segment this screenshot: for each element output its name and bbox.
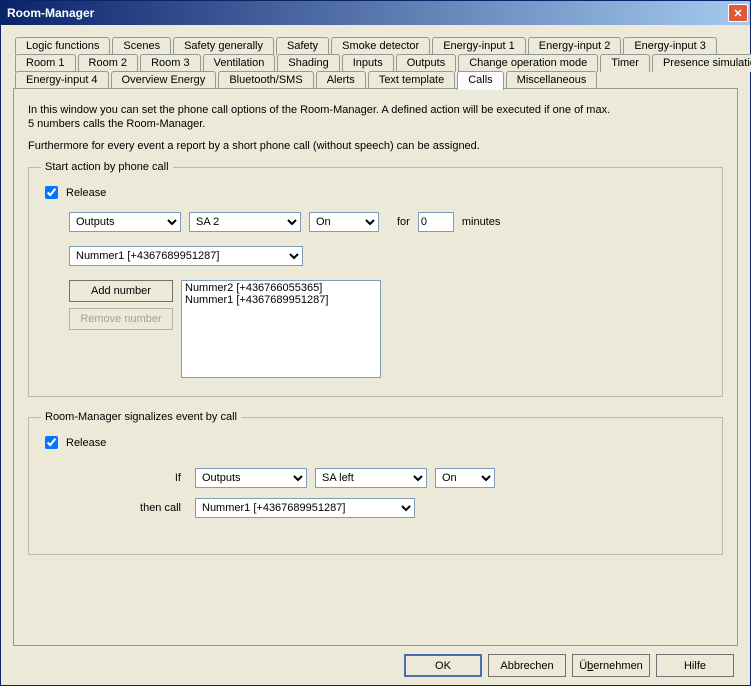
if-target-select[interactable]: SA left [315,468,427,488]
tab-energy-input-2[interactable]: Energy-input 2 [528,37,622,55]
release-label-1: Release [66,187,106,199]
window-title: Room-Manager [7,6,94,20]
tab-safety-generally[interactable]: Safety generally [173,37,274,55]
number-list-row: Add number Remove number Nummer2 [+43676… [69,280,710,378]
tab-change-operation-mode[interactable]: Change operation mode [458,54,598,72]
tab-room-3[interactable]: Room 3 [140,54,201,72]
desc-line-2: 5 numbers calls the Room-Manager. [28,117,723,131]
minutes-label: minutes [462,216,501,228]
release-input-2[interactable] [45,436,58,449]
tab-row-2: Room 1Room 2Room 3VentilationShadingInpu… [13,54,738,72]
titlebar: Room-Manager ✕ [1,1,750,25]
then-number-select[interactable]: Nummer1 [+4367689951287] [195,498,415,518]
apply-button[interactable]: Übernehmen [572,654,650,677]
tab-energy-input-3[interactable]: Energy-input 3 [623,37,717,55]
tab-content-calls: In this window you can set the phone cal… [13,88,738,646]
tab-energy-input-1[interactable]: Energy-input 1 [432,37,526,55]
tab-outputs[interactable]: Outputs [396,54,457,72]
then-row: then call Nummer1 [+4367689951287] [101,498,710,518]
action-row: Outputs SA 2 On for minutes [69,212,710,232]
tab-presence-simulation[interactable]: Presence simulation [652,54,751,72]
tab-shading[interactable]: Shading [277,54,339,72]
tab-ventilation[interactable]: Ventilation [203,54,276,72]
list-item[interactable]: Nummer2 [+436766055365] [183,282,379,294]
tab-inputs[interactable]: Inputs [342,54,394,72]
for-label: for [397,216,410,228]
dialog-buttons: OK Abbrechen Übernehmen Hilfe [13,646,738,677]
if-label: If [101,472,181,484]
release-checkbox-1[interactable]: Release [41,183,710,202]
list-item[interactable]: Nummer1 [+4367689951287] [183,294,379,306]
release-input-1[interactable] [45,186,58,199]
number-select-row: Nummer1 [+4367689951287] [69,246,710,266]
room-manager-window: Room-Manager ✕ Logic functionsScenesSafe… [0,0,751,686]
tab-logic-functions[interactable]: Logic functions [15,37,110,55]
release-label-2: Release [66,437,106,449]
add-number-button[interactable]: Add number [69,280,173,302]
tab-room-2[interactable]: Room 2 [78,54,139,72]
if-row: If Outputs SA left On [101,468,710,488]
tab-safety[interactable]: Safety [276,37,329,55]
tab-timer[interactable]: Timer [600,54,650,72]
fieldset-signalize-event: Room-Manager signalizes event by call Re… [28,411,723,555]
legend-signalize-event: Room-Manager signalizes event by call [41,411,241,423]
minutes-input[interactable] [418,212,454,232]
if-category-select[interactable]: Outputs [195,468,307,488]
fieldset-start-action: Start action by phone call Release Outpu… [28,161,723,397]
if-state-select[interactable]: On [435,468,495,488]
action-category-select[interactable]: Outputs [69,212,181,232]
then-label: then call [101,502,181,514]
help-button[interactable]: Hilfe [656,654,734,677]
tab-rows: Logic functionsScenesSafety generallySaf… [13,37,738,89]
description: In this window you can set the phone cal… [28,103,723,131]
legend-start-action: Start action by phone call [41,161,173,173]
client-area: Logic functionsScenesSafety generallySaf… [1,25,750,685]
tab-smoke-detector[interactable]: Smoke detector [331,37,430,55]
release-checkbox-2[interactable]: Release [41,433,710,452]
desc-line-3: Furthermore for every event a report by … [28,139,723,153]
number-select[interactable]: Nummer1 [+4367689951287] [69,246,303,266]
remove-number-button: Remove number [69,308,173,330]
tab-room-1[interactable]: Room 1 [15,54,76,72]
action-state-select[interactable]: On [309,212,379,232]
number-buttons: Add number Remove number [69,280,173,330]
tab-row-1: Logic functionsScenesSafety generallySaf… [13,37,738,55]
tab-calls[interactable]: Calls [457,71,503,90]
close-icon[interactable]: ✕ [728,4,748,22]
cancel-button[interactable]: Abbrechen [488,654,566,677]
tab-scenes[interactable]: Scenes [112,37,171,55]
action-target-select[interactable]: SA 2 [189,212,301,232]
desc-line-1: In this window you can set the phone cal… [28,103,723,117]
ok-button[interactable]: OK [404,654,482,677]
number-listbox[interactable]: Nummer2 [+436766055365]Nummer1 [+4367689… [181,280,381,378]
